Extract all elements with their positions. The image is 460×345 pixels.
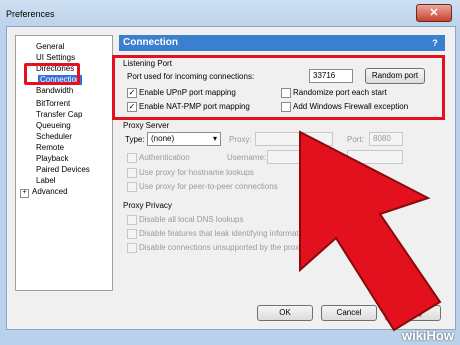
red-arrow-icon [299, 130, 442, 332]
wikihow-watermark: wikiHow [401, 328, 454, 343]
preferences-window: Preferences ✕ General UI Settings Direct… [0, 0, 460, 345]
